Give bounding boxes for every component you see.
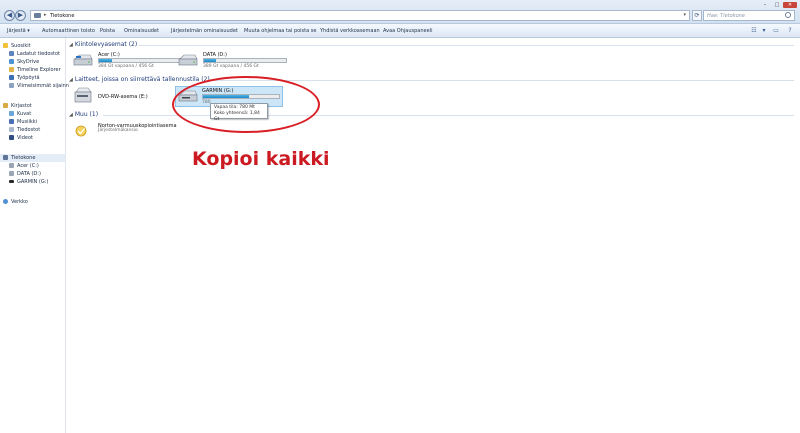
computer-icon bbox=[34, 13, 41, 18]
sidebar-item-label: Viimeisimmät sijainn bbox=[17, 83, 69, 89]
chevron-down-icon[interactable]: ◢ bbox=[69, 42, 73, 48]
close-button[interactable]: ✕ bbox=[783, 2, 797, 8]
sidebar-item-label: Timeline Explorer bbox=[17, 67, 61, 73]
divider bbox=[139, 45, 794, 46]
sidebar-item-label: Videot bbox=[17, 135, 33, 141]
library-icon bbox=[3, 103, 8, 108]
drive-usage-bar bbox=[98, 58, 182, 63]
address-bar[interactable]: ▸ Tietokone ▾ bbox=[30, 10, 690, 21]
sidebar-item-label: Musiikki bbox=[17, 119, 38, 125]
hard-drive-icon bbox=[9, 171, 14, 176]
back-button[interactable]: ◀ bbox=[4, 10, 15, 21]
dvd-drive-icon bbox=[74, 87, 92, 103]
sidebar-item-label: Verkko bbox=[11, 199, 28, 205]
norton-backup-icon bbox=[75, 125, 87, 137]
chevron-down-icon[interactable]: ▾ bbox=[683, 12, 686, 18]
usb-drive-icon bbox=[9, 180, 14, 183]
map-network-drive-button[interactable]: Yhdistä verkkoasemaan bbox=[320, 28, 380, 34]
address-bar-area: – □ ✕ ◀ ▶ ▸ Tietokone ▾ ⟳ Hae: Tietokone bbox=[0, 0, 800, 24]
search-input[interactable]: Hae: Tietokone bbox=[703, 10, 795, 21]
annotation-ellipse bbox=[172, 76, 320, 133]
delete-button[interactable]: Poista bbox=[100, 28, 115, 34]
drive-usage-fill bbox=[99, 59, 113, 62]
recent-places-icon bbox=[9, 83, 14, 88]
search-icon bbox=[785, 12, 791, 18]
view-options-icon[interactable]: ☷ bbox=[750, 27, 758, 34]
divider bbox=[207, 80, 794, 81]
group-header-hard-drives[interactable]: ◢ Kiintolevyasemat (2) bbox=[69, 41, 137, 49]
sidebar-item-label: Ladatut tiedostot bbox=[17, 51, 61, 57]
uninstall-program-button[interactable]: Muuta ohjelmaa tai poista se bbox=[244, 28, 316, 34]
drive-item-c[interactable]: Acer (C:) 384 Gt vapaana / 456 Gt bbox=[73, 51, 188, 73]
system-properties-button[interactable]: Järjestelmän ominaisuudet bbox=[171, 28, 238, 34]
hard-drive-icon bbox=[9, 163, 14, 168]
preview-pane-icon[interactable]: ▭ bbox=[772, 27, 780, 34]
group-header-other[interactable]: ◢ Muu (1) bbox=[69, 111, 98, 119]
desktop-icon bbox=[9, 75, 14, 80]
drive-size-text: 389 Gt vapaana / 456 Gt bbox=[203, 64, 259, 69]
sidebar-item-label: Suosikit bbox=[11, 43, 31, 49]
drive-usage-fill bbox=[204, 59, 217, 62]
network-icon bbox=[3, 199, 8, 204]
refresh-button[interactable]: ⟳ bbox=[692, 10, 702, 21]
sidebar-item-label: DATA (D:) bbox=[17, 171, 41, 177]
group-title: Kiintolevyasemat (2) bbox=[74, 41, 138, 48]
sidebar-item-label: Tiedostot bbox=[17, 127, 41, 133]
navigation-pane: Suosikit Ladatut tiedostot SkyDrive Time… bbox=[0, 38, 69, 433]
sidebar-item-label: Kuvat bbox=[17, 111, 32, 117]
group-title: Laitteet, joissa on siirrettävä tallennu… bbox=[74, 76, 210, 83]
drive-item-d[interactable]: DATA (D:) 389 Gt vapaana / 456 Gt bbox=[178, 51, 293, 73]
sidebar-item-label: GARMIN (G:) bbox=[17, 179, 49, 185]
drive-item-dvd[interactable]: DVD-RW-asema (E:) bbox=[73, 87, 168, 109]
group-header-removable[interactable]: ◢ Laitteet, joissa on siirrettävä tallenn… bbox=[69, 76, 210, 84]
chevron-down-icon[interactable]: ▾ bbox=[760, 27, 768, 34]
breadcrumb[interactable]: Tietokone bbox=[50, 13, 74, 19]
chevron-right-icon[interactable]: ▸ bbox=[44, 12, 47, 18]
sidebar-item-label: SkyDrive bbox=[17, 59, 40, 65]
open-control-panel-button[interactable]: Avaa Ohjauspaneeli bbox=[383, 28, 432, 34]
drive-name: DVD-RW-asema (E:) bbox=[98, 94, 148, 100]
sidebar-item-label: Kirjastot bbox=[11, 103, 32, 109]
videos-icon bbox=[9, 135, 14, 140]
organize-button[interactable]: Järjestä ▾ bbox=[7, 28, 30, 34]
computer-icon bbox=[3, 155, 8, 160]
search-placeholder: Hae: Tietokone bbox=[707, 13, 745, 19]
annotation-text: Kopioi kaikki bbox=[192, 148, 330, 170]
norton-backup-drive-item[interactable]: Norton-varmuuskopiointiasema Järjestelmä… bbox=[73, 122, 193, 144]
documents-icon bbox=[9, 127, 14, 132]
downloads-icon bbox=[9, 51, 14, 56]
autoplay-button[interactable]: Automaattinen toisto bbox=[42, 28, 95, 34]
sidebar-item-computer[interactable]: Tietokone bbox=[0, 154, 65, 162]
drive-size-text: 384 Gt vapaana / 456 Gt bbox=[98, 64, 154, 69]
cloud-icon bbox=[9, 59, 14, 64]
folder-icon bbox=[9, 67, 14, 72]
command-bar: Järjestä ▾ Automaattinen toisto Poista O… bbox=[0, 24, 800, 38]
chevron-down-icon[interactable]: ◢ bbox=[69, 77, 73, 83]
minimize-button[interactable]: – bbox=[759, 2, 771, 8]
pictures-icon bbox=[9, 111, 14, 116]
sidebar-item-label: Tietokone bbox=[11, 155, 36, 161]
hard-drive-icon bbox=[73, 54, 93, 66]
group-title: Muu (1) bbox=[74, 111, 99, 118]
drive-usage-bar bbox=[203, 58, 287, 63]
hard-drive-icon bbox=[178, 54, 198, 66]
music-icon bbox=[9, 119, 14, 124]
star-icon bbox=[3, 43, 8, 48]
help-icon[interactable]: ? bbox=[786, 27, 794, 34]
properties-button[interactable]: Ominaisuudet bbox=[124, 28, 159, 34]
sidebar-item-label: Työpöytä bbox=[17, 75, 40, 81]
maximize-button[interactable]: □ bbox=[771, 2, 783, 8]
explorer-window: – □ ✕ ◀ ▶ ▸ Tietokone ▾ ⟳ Hae: Tietokone… bbox=[0, 0, 800, 433]
sidebar-item-label: Acer (C:) bbox=[17, 163, 39, 169]
forward-button[interactable]: ▶ bbox=[15, 10, 26, 21]
drive-subtitle: Järjestelmäkansio bbox=[98, 128, 138, 133]
chevron-down-icon[interactable]: ◢ bbox=[69, 112, 73, 118]
